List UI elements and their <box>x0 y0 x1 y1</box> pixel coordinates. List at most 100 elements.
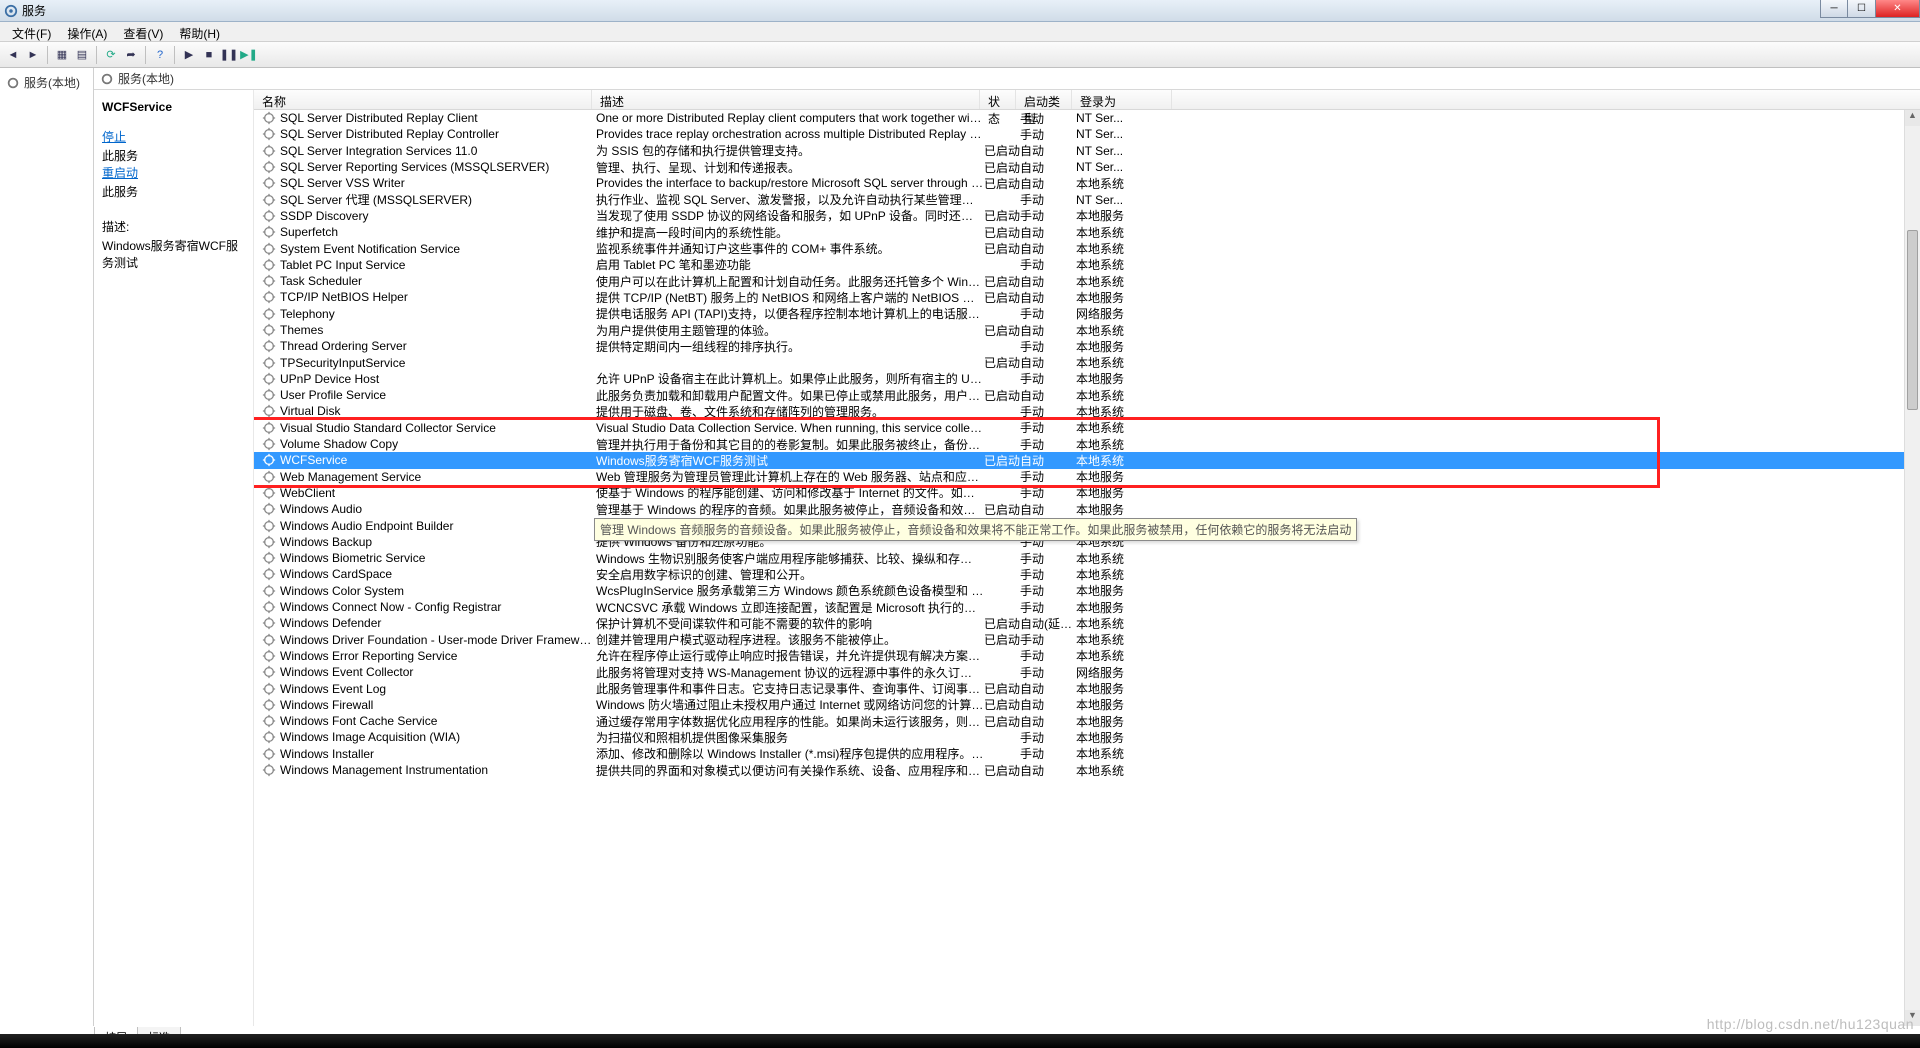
col-type[interactable]: 启动类型 <box>1016 90 1072 109</box>
service-desc: 提供共同的界面和对象模式以便访问有关操作系统、设备、应用程序和服务的管理信息。.… <box>596 762 984 778</box>
service-row[interactable]: Windows Driver Foundation - User-mode Dr… <box>254 632 1920 648</box>
service-row[interactable]: Windows Image Acquisition (WIA)为扫描仪和照相机提… <box>254 729 1920 745</box>
service-row[interactable]: Thread Ordering Server提供特定期间内一组线程的排序执行。手… <box>254 338 1920 354</box>
restart-link[interactable]: 重启动 <box>102 164 245 181</box>
service-row[interactable]: Windows Audio管理基于 Windows 的程序的音频。如果此服务被停… <box>254 501 1920 517</box>
service-row[interactable]: Volume Shadow Copy管理并执行用于备份和其它目的的卷影复制。如果… <box>254 436 1920 452</box>
service-logon: 本地系统 <box>1076 387 1176 403</box>
menu-view[interactable]: 查看(V) <box>115 22 171 41</box>
service-row[interactable]: TPSecurityInputService已启动自动本地系统 <box>254 354 1920 370</box>
service-row[interactable]: User Profile Service此服务负责加载和卸载用户配置文件。如果已… <box>254 387 1920 403</box>
service-start-type: 手动 <box>1020 550 1076 566</box>
service-name: UPnP Device Host <box>280 372 596 386</box>
service-row[interactable]: SSDP Discovery当发现了使用 SSDP 协议的网络设备和服务，如 U… <box>254 208 1920 224</box>
service-row[interactable]: Windows Defender保护计算机不受间谍软件和可能不需要的软件的影响已… <box>254 615 1920 631</box>
service-row[interactable]: SQL Server Distributed Replay ClientOne … <box>254 110 1920 126</box>
service-row[interactable]: Web Management ServiceWeb 管理服务为管理员管理此计算机… <box>254 469 1920 485</box>
service-row[interactable]: Windows Installer添加、修改和删除以 Windows Insta… <box>254 746 1920 762</box>
service-row[interactable]: Windows CardSpace安全启用数字标识的创建、管理和公开。手动本地系… <box>254 566 1920 582</box>
service-row[interactable]: SQL Server Integration Services 11.0为 SS… <box>254 143 1920 159</box>
service-status: 已启动 <box>984 240 1020 256</box>
pause-service-button[interactable]: ❚❚ <box>220 46 238 64</box>
service-status: 已启动 <box>984 452 1020 468</box>
service-row[interactable]: Windows Font Cache Service通过缓存常用字体数据优化应用… <box>254 713 1920 729</box>
service-row[interactable]: Windows Management Instrumentation提供共同的界… <box>254 762 1920 778</box>
service-row[interactable]: Superfetch维护和提高一段时间内的系统性能。已启动自动本地系统 <box>254 224 1920 240</box>
stop-link[interactable]: 停止 <box>102 128 245 145</box>
service-row[interactable]: Tablet PC Input Service启用 Tablet PC 笔和墨迹… <box>254 257 1920 273</box>
service-logon: 本地服务 <box>1076 599 1176 615</box>
service-name: Thread Ordering Server <box>280 339 596 353</box>
services-icon <box>4 4 18 18</box>
service-row[interactable]: System Event Notification Service监视系统事件并… <box>254 240 1920 256</box>
help-button[interactable]: ? <box>151 46 169 64</box>
service-row[interactable]: WebClient使基于 Windows 的程序能创建、访问和修改基于 Inte… <box>254 485 1920 501</box>
col-desc[interactable]: 描述 <box>592 90 980 109</box>
service-row[interactable]: Windows Error Reporting Service允许在程序停止运行… <box>254 648 1920 664</box>
service-row[interactable]: SQL Server Distributed Replay Controller… <box>254 126 1920 142</box>
service-logon: 本地系统 <box>1076 240 1176 256</box>
service-row[interactable]: Windows Biometric ServiceWindows 生物识别服务使… <box>254 550 1920 566</box>
vertical-scrollbar[interactable]: ▲ ▼ <box>1904 110 1920 1026</box>
service-start-type: 自动 <box>1020 762 1076 778</box>
minimize-button[interactable]: ─ <box>1820 0 1848 18</box>
scroll-down-button[interactable]: ▼ <box>1905 1010 1920 1026</box>
service-desc: 此服务管理事件和事件日志。它支持日志记录事件、查询事件、订阅事件、归档事件日志.… <box>596 680 984 696</box>
scroll-thumb[interactable] <box>1907 230 1918 410</box>
maximize-button[interactable]: ☐ <box>1848 0 1876 18</box>
service-row[interactable]: TCP/IP NetBIOS Helper提供 TCP/IP (NetBT) 服… <box>254 289 1920 305</box>
service-row[interactable]: Windows Event Log此服务管理事件和事件日志。它支持日志记录事件、… <box>254 680 1920 696</box>
rows-container[interactable]: SQL Server Distributed Replay ClientOne … <box>254 110 1920 1026</box>
service-desc: 使用户可以在此计算机上配置和计划自动任务。此服务还托管多个 Windows 系统… <box>596 273 984 289</box>
service-row[interactable]: Windows Color SystemWcsPlugInService 服务承… <box>254 583 1920 599</box>
col-status[interactable]: 状态 <box>980 90 1016 109</box>
service-start-type: 自动 <box>1020 452 1076 468</box>
service-row[interactable]: Themes为用户提供使用主题管理的体验。已启动自动本地系统 <box>254 322 1920 338</box>
service-row[interactable]: Task Scheduler使用户可以在此计算机上配置和计划自动任务。此服务还托… <box>254 273 1920 289</box>
service-row[interactable]: Visual Studio Standard Collector Service… <box>254 420 1920 436</box>
service-desc: 使基于 Windows 的程序能创建、访问和修改基于 Internet 的文件。… <box>596 485 984 501</box>
service-logon: 本地系统 <box>1076 452 1176 468</box>
service-start-type: 自动 <box>1020 224 1076 240</box>
service-logon: 本地服务 <box>1076 469 1176 485</box>
refresh-button[interactable]: ⟳ <box>102 46 120 64</box>
service-row[interactable]: Virtual Disk提供用于磁盘、卷、文件系统和存储阵列的管理服务。手动本地… <box>254 403 1920 419</box>
service-row[interactable]: Telephony提供电话服务 API (TAPI)支持，以便各程序控制本地计算… <box>254 306 1920 322</box>
nav-root[interactable]: 服务(本地) <box>24 74 80 91</box>
menu-help[interactable]: 帮助(H) <box>171 22 228 41</box>
service-start-type: 手动 <box>1020 110 1076 126</box>
scroll-up-button[interactable]: ▲ <box>1905 110 1920 126</box>
service-row[interactable]: UPnP Device Host允许 UPnP 设备宿主在此计算机上。如果停止此… <box>254 371 1920 387</box>
service-row[interactable]: SQL Server 代理 (MSSQLSERVER)执行作业、监视 SQL S… <box>254 191 1920 207</box>
stop-service-button[interactable]: ■ <box>200 46 218 64</box>
col-name[interactable]: 名称 <box>254 90 592 109</box>
service-logon: 本地服务 <box>1076 289 1176 305</box>
start-service-button[interactable]: ▶ <box>180 46 198 64</box>
service-start-type: 手动 <box>1020 485 1076 501</box>
selected-service-name: WCFService <box>102 100 245 114</box>
service-start-type: 自动 <box>1020 289 1076 305</box>
menu-action[interactable]: 操作(A) <box>59 22 115 41</box>
show-hide-tree-button[interactable]: ▦ <box>53 46 71 64</box>
service-desc: 为用户提供使用主题管理的体验。 <box>596 322 984 338</box>
col-logon[interactable]: 登录为 <box>1072 90 1172 109</box>
service-desc: 管理基于 Windows 的程序的音频。如果此服务被停止，音频设备和效果将不能正… <box>596 501 984 517</box>
service-row[interactable]: Windows FirewallWindows 防火墙通过阻止未授权用户通过 I… <box>254 697 1920 713</box>
service-start-type: 自动(延迟... <box>1020 615 1076 631</box>
restart-service-button[interactable]: ▶❚ <box>240 46 258 64</box>
service-row[interactable]: SQL Server Reporting Services (MSSQLSERV… <box>254 159 1920 175</box>
service-row[interactable]: WCFServiceWindows服务寄宿WCF服务测试已启动自动本地系统 <box>254 452 1920 468</box>
service-status: 已启动 <box>984 615 1020 631</box>
export-button[interactable]: ➦ <box>122 46 140 64</box>
service-start-type: 手动 <box>1020 648 1076 664</box>
back-button[interactable]: ◄ <box>4 46 22 64</box>
service-row[interactable]: Windows Connect Now - Config RegistrarWC… <box>254 599 1920 615</box>
service-name: Windows CardSpace <box>280 567 596 581</box>
service-row[interactable]: SQL Server VSS WriterProvides the interf… <box>254 175 1920 191</box>
service-row[interactable]: Windows Event Collector此服务将管理对支持 WS-Mana… <box>254 664 1920 680</box>
service-desc: 添加、修改和删除以 Windows Installer (*.msi)程序包提供… <box>596 746 984 762</box>
menu-file[interactable]: 文件(F) <box>4 22 59 41</box>
close-button[interactable]: ✕ <box>1876 0 1920 18</box>
forward-button[interactable]: ► <box>24 46 42 64</box>
properties-button[interactable]: ▤ <box>73 46 91 64</box>
